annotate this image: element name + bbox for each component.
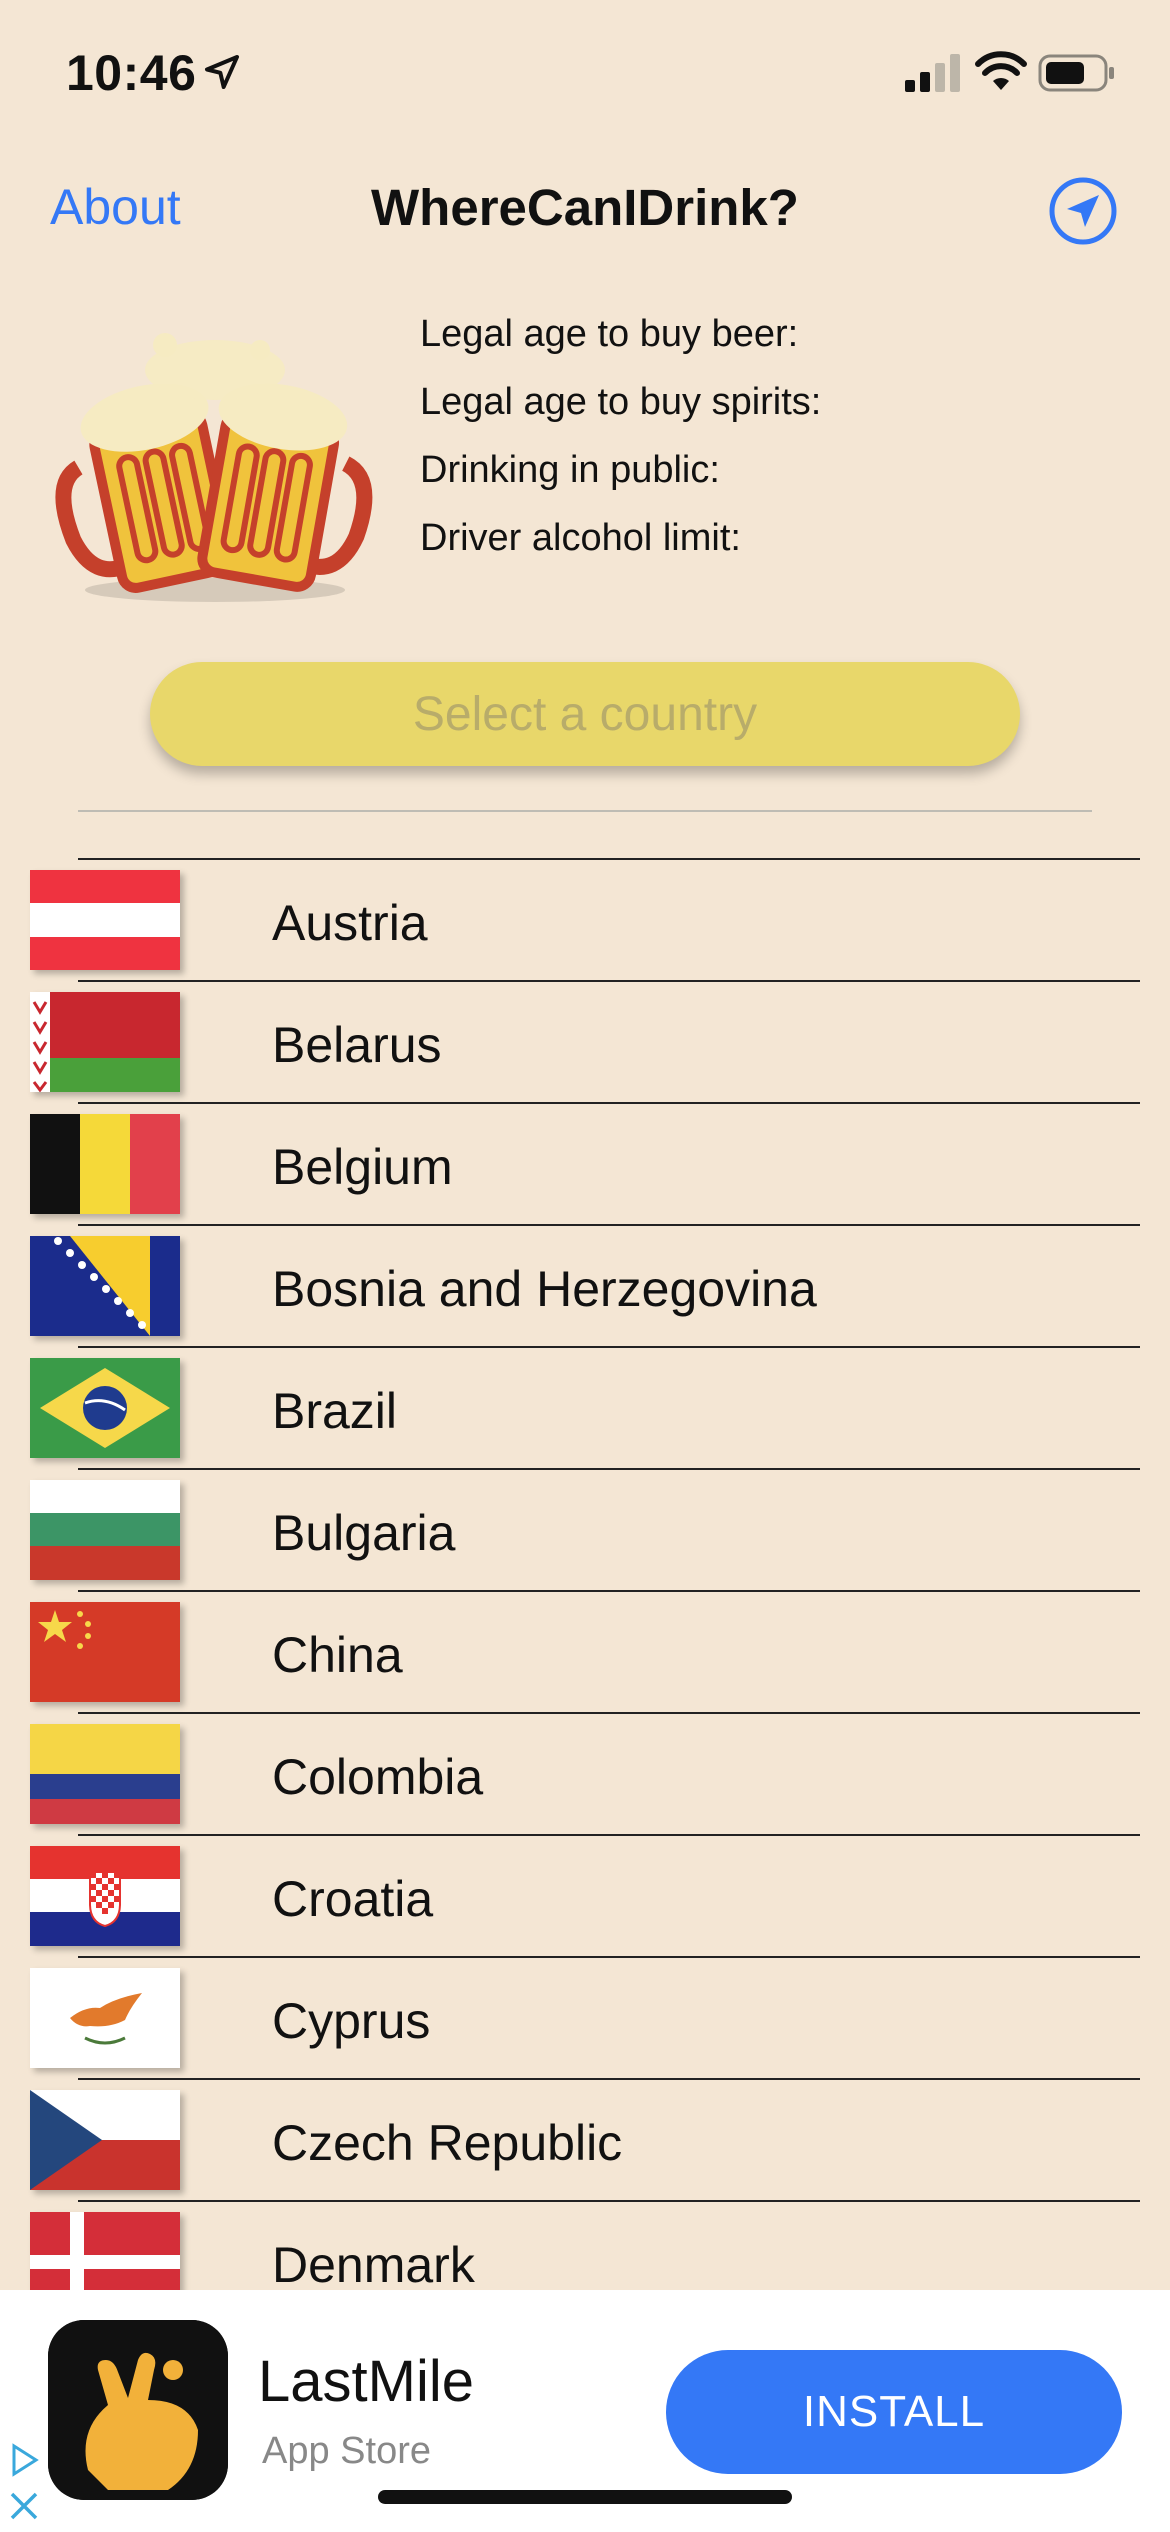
bulgaria-flag-icon xyxy=(30,1480,180,1580)
country-row-china[interactable]: China xyxy=(30,1590,1140,1712)
install-button[interactable]: INSTALL xyxy=(666,2350,1122,2474)
country-name: Denmark xyxy=(272,2237,475,2290)
country-name: Belarus xyxy=(272,1017,442,1073)
country-row-croatia[interactable]: Croatia xyxy=(30,1834,1140,1956)
close-icon[interactable] xyxy=(6,2488,42,2524)
country-row-colombia[interactable]: Colombia xyxy=(30,1712,1140,1834)
driver-limit-label: Driver alcohol limit: xyxy=(420,517,741,559)
country-list[interactable]: Austria Belarus Belgium Bosnia and Herze… xyxy=(0,858,1170,2290)
country-row-brazil[interactable]: Brazil xyxy=(30,1346,1140,1468)
status-bar: 10:46 xyxy=(0,0,1170,150)
country-row-denmark[interactable]: Denmark xyxy=(30,2200,1140,2290)
country-name: Austria xyxy=(272,895,428,951)
status-time: 10:46 xyxy=(66,45,197,101)
battery-icon xyxy=(1038,54,1114,92)
denmark-flag-icon xyxy=(30,2212,180,2290)
public-drinking-label: Drinking in public: xyxy=(420,449,720,491)
beer-mugs-image xyxy=(55,333,373,602)
wifi-icon xyxy=(975,51,1027,90)
adchoices-icon[interactable] xyxy=(6,2442,42,2478)
locate-me-icon[interactable] xyxy=(1048,176,1118,246)
country-row-belarus[interactable]: Belarus xyxy=(30,980,1140,1102)
china-flag-icon xyxy=(30,1602,180,1702)
country-name: Croatia xyxy=(272,1871,434,1927)
info-panel: Legal age to buy beer: Legal age to buy … xyxy=(420,300,821,572)
ad-subtitle: App Store xyxy=(262,2430,431,2472)
country-row-cyprus[interactable]: Cyprus xyxy=(30,1956,1140,2078)
lastmile-app-icon[interactable] xyxy=(48,2320,228,2500)
country-name: Brazil xyxy=(272,1383,398,1439)
country-name: Bosnia and Herzegovina xyxy=(272,1261,817,1317)
country-row-czech-republic[interactable]: Czech Republic xyxy=(30,2078,1140,2200)
austria-flag-icon xyxy=(30,870,180,970)
croatia-flag-icon xyxy=(30,1846,180,1946)
belgium-flag-icon xyxy=(30,1114,180,1214)
spirits-age-label: Legal age to buy spirits: xyxy=(420,381,822,423)
location-arrow-icon xyxy=(205,55,239,89)
select-country-button[interactable]: Select a country xyxy=(150,662,1020,766)
brazil-flag-icon xyxy=(30,1358,180,1458)
divider xyxy=(78,810,1092,812)
country-name: China xyxy=(272,1627,403,1683)
country-name: Belgium xyxy=(272,1139,453,1195)
belarus-flag-icon xyxy=(30,992,180,1092)
beer-age-label: Legal age to buy beer: xyxy=(420,313,799,355)
country-row-bosnia[interactable]: Bosnia and Herzegovina xyxy=(30,1224,1140,1346)
country-name: Bulgaria xyxy=(272,1505,456,1561)
czech-flag-icon xyxy=(30,2090,180,2190)
colombia-flag-icon xyxy=(30,1724,180,1824)
ad-title: LastMile xyxy=(258,2349,474,2414)
cyprus-flag-icon xyxy=(30,1968,180,2068)
cellular-signal-icon xyxy=(905,54,960,92)
country-row-belgium[interactable]: Belgium xyxy=(30,1102,1140,1224)
home-indicator[interactable] xyxy=(378,2490,792,2504)
bosnia-flag-icon xyxy=(30,1236,180,1336)
country-name: Colombia xyxy=(272,1749,484,1805)
country-name: Czech Republic xyxy=(272,2115,623,2171)
country-row-austria[interactable]: Austria xyxy=(30,858,1140,980)
page-title: WhereCanIDrink? xyxy=(371,179,799,236)
country-row-bulgaria[interactable]: Bulgaria xyxy=(30,1468,1140,1590)
country-name: Cyprus xyxy=(272,1993,431,2049)
